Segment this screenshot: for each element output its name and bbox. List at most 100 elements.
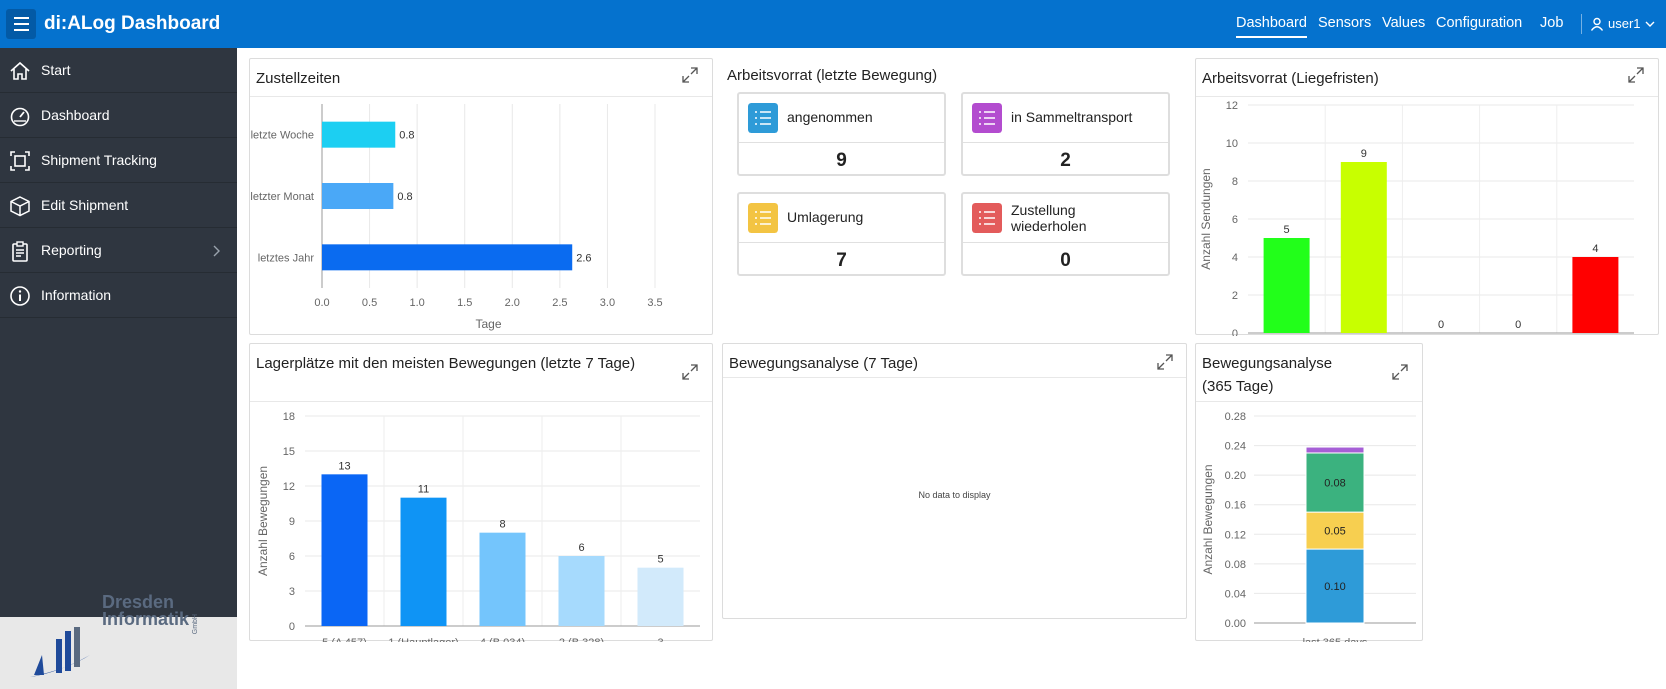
card-title: Zustellzeiten [256, 70, 341, 87]
y-tick-label: 0.24 [1225, 441, 1246, 453]
x-tick-label: 5 (A 457) [322, 637, 367, 642]
nav-values[interactable]: Values [1382, 15, 1425, 31]
data-label: 0.08 [1324, 478, 1345, 490]
y-tick-label: 0.08 [1225, 559, 1246, 571]
bar [1572, 257, 1619, 333]
nav-sensors[interactable]: Sensors [1318, 15, 1371, 31]
info-icon [10, 286, 30, 306]
tile-label: in Sammeltransport [1011, 109, 1133, 125]
card-liegefristen: Arbeitsvorrat (Liegefristen) 02468101252… [1195, 58, 1659, 336]
y-axis-label: Anzahl Sendungen [1199, 168, 1213, 269]
scan-icon [10, 151, 30, 171]
y-tick-label: 3 [289, 586, 295, 598]
card-title: Lagerplätze mit den meisten Bewegungen (… [256, 355, 636, 372]
nav-configuration[interactable]: Configuration [1436, 15, 1522, 31]
empty-chart-message: No data to display [918, 490, 991, 500]
hamburger-menu-icon[interactable] [6, 9, 36, 39]
tile-value: 0 [1060, 250, 1071, 271]
bar [322, 244, 573, 271]
x-tick-label: 3.0 [600, 297, 615, 309]
sidebar-item-information[interactable]: Information [0, 273, 237, 318]
sidebar-item-label: Dashboard [41, 107, 110, 123]
y-tick-label: 0.04 [1225, 588, 1246, 600]
nav-dashboard[interactable]: Dashboard [1236, 15, 1307, 38]
y-tick-label: 0 [1232, 328, 1238, 336]
chart-zustell: 0.0 0.5 1.0 1.5 2.0 2.5 3.0 3.5 0.8 letzte Woche 0… [250, 104, 663, 331]
tile-value: 2 [1060, 150, 1071, 171]
bar [558, 556, 605, 626]
chevron-right-icon[interactable] [212, 245, 222, 257]
x-tick-label: 4 (B 034) [480, 637, 525, 642]
y-tick-label: 12 [1226, 100, 1238, 112]
card-title: Arbeitsvorrat (letzte Bewegung) [727, 67, 938, 84]
expand-icon[interactable] [1626, 65, 1646, 85]
company-logo-mark [30, 627, 90, 677]
tile-zustellung-wiederholen[interactable]: Zustellung wiederholen 0 [961, 192, 1170, 276]
tile-umlagerung[interactable]: Umlagerung 7 [737, 192, 946, 276]
sidebar: Start Dashboard Shipment Tracking Edit S… [0, 48, 237, 689]
card-title: Bewegungsanalyse (365 Tage) [1202, 355, 1333, 395]
card-title: Bewegungsanalyse (7 Tage) [729, 355, 919, 372]
y-tick-label: 6 [1232, 214, 1238, 226]
tile-value: 9 [836, 150, 847, 171]
app-title[interactable]: di:ALog Dashboard [44, 13, 220, 35]
y-tick-label: 6 [289, 551, 295, 563]
bar [400, 497, 447, 626]
y-tick-label: 0.28 [1225, 411, 1246, 423]
x-tick-label: 3 [657, 637, 663, 642]
y-tick-label: letzte Woche [251, 130, 314, 142]
user-name: user1 [1608, 16, 1641, 31]
chevron-down-icon [1645, 21, 1655, 27]
tile-angenommen[interactable]: angenommen 9 [737, 92, 946, 176]
home-icon [10, 61, 30, 80]
y-tick-label: 18 [283, 411, 295, 423]
data-label: 0 [1438, 319, 1444, 331]
bar [322, 121, 396, 148]
bar [1263, 238, 1310, 333]
bar [1340, 162, 1387, 333]
x-axis-label: Tage [475, 317, 501, 331]
tile-label: angenommen [787, 109, 873, 125]
data-label: 11 [418, 484, 429, 496]
sidebar-item-dashboard[interactable]: Dashboard [0, 93, 237, 138]
card-zustellzeiten: Zustellzeiten 0.0 0.5 1.0 1.5 2.0 2.5 3.0 3.5 0.… [249, 58, 713, 335]
tile-value: 7 [836, 250, 847, 271]
y-tick-label: letztes Jahr [258, 252, 315, 264]
sidebar-item-start[interactable]: Start [0, 48, 237, 93]
data-label: 2.6 [576, 252, 591, 264]
data-label: 5 [657, 554, 663, 566]
x-tick-label: 3.5 [647, 297, 662, 309]
expand-icon[interactable] [1390, 362, 1410, 382]
tile-in-sammeltransport[interactable]: in Sammeltransport 2 [961, 92, 1170, 176]
list-icon [748, 103, 778, 133]
bar [479, 532, 526, 626]
tile-label: Zustellung wiederholen [1011, 202, 1087, 234]
card-arbeitsvorrat: Arbeitsvorrat (letzte Bewegung) angenomm… [721, 58, 1191, 335]
expand-icon[interactable] [680, 65, 700, 85]
data-label: 6 [578, 542, 584, 554]
expand-icon[interactable] [680, 362, 700, 382]
x-tick-label: 0.0 [314, 297, 329, 309]
card-lagerplaetze: Lagerplätze mit den meisten Bewegungen (… [249, 343, 713, 642]
bar [637, 567, 684, 626]
sidebar-item-shipment-tracking[interactable]: Shipment Tracking [0, 138, 237, 183]
bar [322, 183, 394, 209]
expand-icon[interactable] [1155, 352, 1175, 372]
card-bewegung-7: Bewegungsanalyse (7 Tage) No data to dis… [722, 343, 1187, 619]
sidebar-item-reporting[interactable]: Reporting [0, 228, 237, 273]
nav-job[interactable]: Job [1540, 15, 1563, 31]
y-tick-label: 9 [289, 516, 295, 528]
y-axis-label: Anzahl Bewegungen [1201, 464, 1215, 574]
company-name-line2: Informatik [102, 609, 190, 629]
data-label: 0.8 [397, 191, 412, 203]
sidebar-item-edit-shipment[interactable]: Edit Shipment [0, 183, 237, 228]
list-icon [972, 103, 1002, 133]
user-menu[interactable]: user1 [1590, 16, 1655, 31]
data-label: 5 [1284, 224, 1290, 236]
data-label: 0.8 [399, 130, 414, 142]
data-label: 13 [338, 460, 350, 472]
card-bewegung-365: Bewegungsanalyse (365 Tage) 0.00 0.04 0.08… [1195, 343, 1423, 642]
list-icon [748, 203, 778, 233]
x-tick-label: 1.5 [457, 297, 472, 309]
y-tick-label: 10 [1226, 138, 1238, 150]
